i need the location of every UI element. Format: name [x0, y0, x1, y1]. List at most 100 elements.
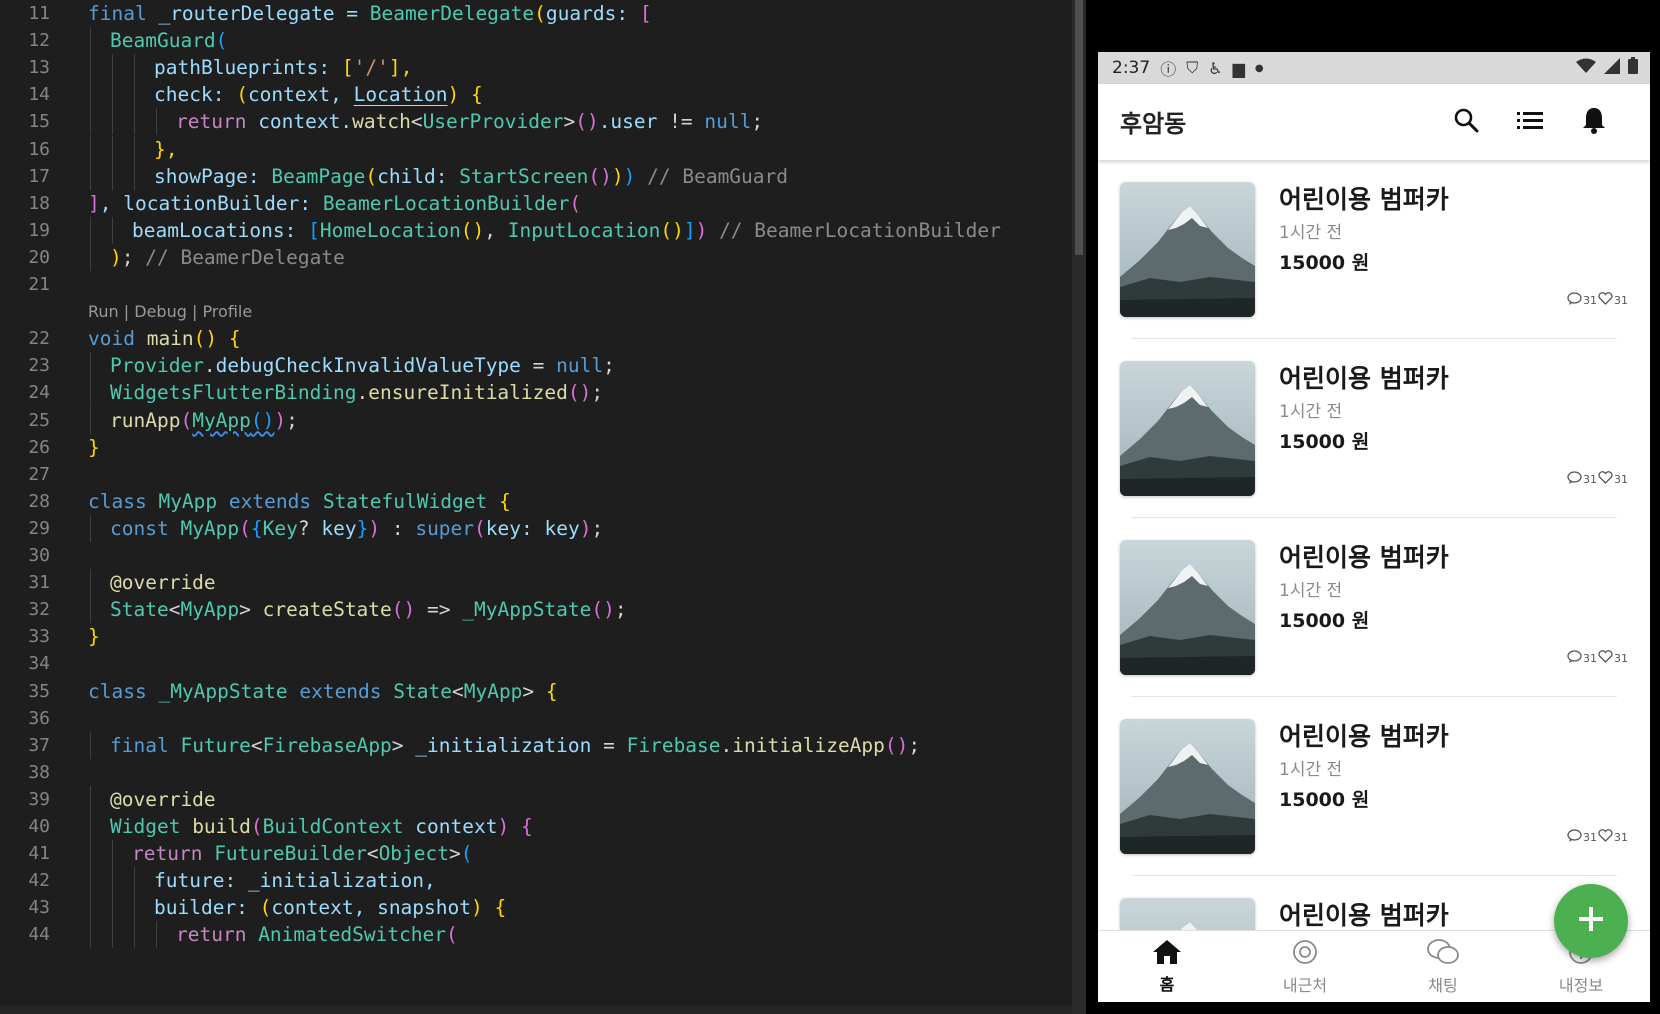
code-line[interactable]: 28 class MyApp extends StatefulWidget { — [0, 488, 1072, 516]
code-line[interactable]: 43 builder: (context, snapshot) { — [0, 894, 1072, 922]
line-number: 35 — [28, 680, 50, 702]
product-stats: 31 31 — [1567, 292, 1628, 308]
code-token: _initialization — [415, 733, 604, 757]
product-time: 1시간 전 — [1279, 760, 1343, 780]
product-list-item[interactable]: 어린이용 범퍼카 1시간 전 15000 원 31 31 — [1098, 160, 1650, 339]
code-line[interactable]: 27 — [0, 461, 1072, 489]
code-line[interactable]: 21 — [0, 271, 1072, 299]
code-line[interactable]: 30 — [0, 542, 1072, 570]
list-button[interactable] — [1512, 104, 1548, 140]
code-token: ; — [603, 354, 615, 378]
nav-item-location[interactable]: 내근처 — [1236, 931, 1374, 1002]
nav-label: 채팅 — [1428, 976, 1458, 995]
code-line[interactable]: 38 — [0, 759, 1072, 787]
code-text: showPage: BeamPage(child: StartScreen())… — [154, 163, 788, 191]
code-line[interactable]: 36 — [0, 705, 1072, 733]
code-line[interactable]: 17 showPage: BeamPage(child: StartScreen(… — [0, 162, 1072, 191]
product-thumbnail — [1120, 361, 1255, 496]
editor-scroll-thumb[interactable] — [1075, 0, 1083, 255]
code-token: : — [391, 516, 416, 540]
info-status-icon: ⓘ — [1160, 60, 1177, 79]
code-token: } — [88, 435, 100, 459]
code-text: beamLocations: [HomeLocation(), InputLoc… — [132, 217, 1001, 245]
location-title[interactable]: 후암동 — [1120, 104, 1186, 139]
code-line[interactable]: 15 return context.watch<UserProvider>().u… — [0, 108, 1072, 136]
nav-item-home[interactable]: 홈 — [1098, 931, 1236, 1002]
code-token: guards: — [545, 2, 640, 25]
phone-emulator: 2:37 ⓘ ⛉ ♿ ▆ ● 후암동 어린이용 범퍼카 1시간 전 15000 … — [1098, 0, 1660, 1014]
product-feed[interactable]: 어린이용 범퍼카 1시간 전 15000 원 31 31 어린이용 범퍼카 1시… — [1098, 160, 1650, 930]
code-line[interactable]: 26} — [0, 434, 1072, 462]
indent-guide — [90, 894, 91, 922]
indent-guide — [112, 162, 113, 190]
nav-item-chat[interactable]: 채팅 — [1374, 931, 1512, 1002]
line-number: 29 — [28, 517, 50, 539]
code-token: } — [356, 516, 369, 540]
line-number: 41 — [28, 843, 50, 865]
code-line[interactable]: 23 Provider.debugCheckInvalidValueType = … — [0, 352, 1072, 380]
code-line[interactable]: 42 future: _initialization, — [0, 867, 1072, 895]
code-line[interactable]: 11 final _routerDelegate = BeamerDelegate… — [0, 0, 1072, 28]
code-token: < — [410, 110, 423, 134]
code-token: ; — [614, 598, 627, 622]
code-token: { — [228, 327, 241, 351]
code-token: { — [494, 896, 507, 920]
product-thumbnail — [1120, 540, 1255, 675]
line-number: 26 — [28, 436, 50, 458]
line-number: 18 — [28, 192, 50, 214]
code-line[interactable]: 40 Widget build(BuildContext context) { — [0, 813, 1072, 841]
code-line[interactable]: 37 final Future<FirebaseApp> _initializat… — [0, 731, 1072, 760]
code-line[interactable]: 31 @override — [0, 569, 1072, 597]
code-text: final Future<FirebaseApp> _initializatio… — [110, 732, 920, 760]
code-line[interactable]: 19 beamLocations: [HomeLocation(), InputL… — [0, 216, 1072, 245]
code-line[interactable]: 25 runApp(MyApp()); — [0, 406, 1072, 435]
codelens-profile-link[interactable]: Profile — [202, 302, 252, 321]
code-line[interactable]: 22 void main() { — [0, 325, 1072, 353]
code-line[interactable]: 41 return FutureBuilder<Object>( — [0, 840, 1072, 868]
code-line[interactable]: 16}, — [0, 135, 1072, 164]
code-token: ) — [110, 245, 122, 269]
product-list-item[interactable]: 어린이용 범퍼카 1시간 전 15000 원 31 31 — [1098, 518, 1650, 697]
code-line[interactable]: 33} — [0, 623, 1072, 651]
code-line[interactable]: 14 check: (context, Location) { — [0, 81, 1072, 109]
code-token: ) — [579, 516, 592, 540]
add-post-button[interactable] — [1554, 884, 1628, 958]
code-token: context. — [258, 110, 353, 134]
codelens-run-link[interactable]: Run — [88, 302, 119, 321]
code-token: ; — [286, 408, 298, 432]
code-line[interactable]: 32 State<MyApp> createState() => _MyAppSt… — [0, 596, 1072, 624]
product-thumbnail — [1120, 182, 1255, 317]
indent-guide — [112, 921, 113, 949]
code-line[interactable]: 12 BeamGuard( — [0, 27, 1072, 55]
codelens-debug-link[interactable]: Debug — [134, 302, 187, 321]
code-token: child: — [377, 164, 460, 188]
indent-guide — [112, 81, 113, 109]
code-token: pathBlueprints: — [154, 56, 342, 80]
code-line[interactable]: 35 class _MyAppState extends State<MyApp>… — [0, 678, 1072, 706]
line-number: 20 — [28, 246, 50, 268]
code-line[interactable]: 18], locationBuilder: BeamerLocationBuil… — [0, 190, 1072, 218]
code-token: ; — [751, 110, 764, 134]
code-token: { — [498, 489, 511, 513]
code-line[interactable]: 29 const MyApp({Key? key}) : super(key: k… — [0, 514, 1072, 543]
code-token: [ — [639, 2, 652, 25]
product-list-item[interactable]: 어린이용 범퍼카 1시간 전 15000 원 31 31 — [1098, 697, 1650, 876]
editor-scrollbar[interactable] — [1072, 0, 1086, 1014]
product-list-item[interactable]: 어린이용 범퍼카 1시간 전 15000 원 31 31 — [1098, 339, 1650, 518]
code-token: ) — [274, 408, 287, 432]
indent-guide — [90, 352, 91, 380]
code-text: Provider.debugCheckInvalidValueType = nu… — [110, 352, 615, 380]
code-line[interactable]: 34 — [0, 650, 1072, 678]
code-line[interactable]: 20); // BeamerDelegate — [0, 243, 1072, 272]
code-line[interactable]: 44 return AnimatedSwitcher( — [0, 921, 1072, 949]
code-line[interactable]: 24 WidgetsFlutterBinding.ensureInitialize… — [0, 379, 1072, 407]
code-token: Provider — [110, 354, 204, 378]
code-editor[interactable]: 11 final _routerDelegate = BeamerDelegate… — [0, 0, 1072, 1014]
line-number: 13 — [28, 57, 50, 79]
notification-button[interactable] — [1576, 104, 1612, 140]
search-button[interactable] — [1448, 104, 1484, 140]
code-token: () — [591, 598, 615, 622]
code-line[interactable]: 39 @override — [0, 785, 1072, 814]
status-bar: 2:37 ⓘ ⛉ ♿ ▆ ● — [1098, 52, 1650, 84]
code-line[interactable]: 13 pathBlueprints: ['/'], — [0, 54, 1072, 82]
